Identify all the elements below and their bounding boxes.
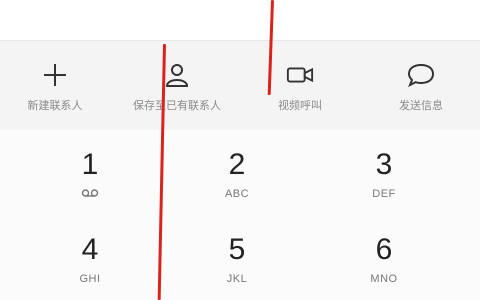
dial-keypad: 1 2 ABC 3 DEF 4 GHI 5 JKL 6 MNO — [0, 130, 480, 300]
message-bubble-icon — [407, 61, 435, 89]
save-to-existing-contact-label: 保存至已有联系人 — [133, 100, 221, 112]
key-letters: JKL — [226, 273, 248, 285]
key-digit: 2 — [228, 148, 246, 181]
key-1[interactable]: 1 — [30, 130, 150, 200]
key-4[interactable]: 4 GHI — [30, 215, 150, 286]
key-3[interactable]: 3 DEF — [324, 130, 444, 201]
video-call-button[interactable]: 视频呼叫 — [245, 61, 355, 121]
key-letters: ABC — [224, 188, 250, 200]
person-icon — [163, 61, 191, 89]
voicemail-icon — [81, 189, 99, 197]
key-2[interactable]: 2 ABC — [177, 130, 297, 201]
new-contact-label: 新建联系人 — [27, 100, 83, 112]
key-digit: 5 — [228, 233, 246, 266]
key-digit: 3 — [375, 148, 393, 181]
key-letters: GHI — [79, 273, 101, 285]
key-letters: DEF — [372, 188, 396, 200]
plus-icon — [41, 61, 69, 89]
key-digit: 6 — [375, 233, 393, 266]
key-digit: 1 — [81, 148, 99, 181]
top-area — [0, 0, 480, 40]
key-6[interactable]: 6 MNO — [324, 215, 444, 286]
key-digit: 4 — [81, 233, 99, 266]
save-to-existing-contact-button[interactable]: 保存至已有联系人 — [122, 61, 232, 121]
send-message-label: 发送信息 — [399, 100, 443, 112]
new-contact-button[interactable]: 新建联系人 — [0, 61, 110, 121]
send-message-button[interactable]: 发送信息 — [366, 61, 476, 121]
action-bar: 新建联系人 保存至已有联系人 视频呼叫 发送信息 — [0, 40, 480, 131]
video-camera-icon — [286, 61, 314, 89]
key-5[interactable]: 5 JKL — [177, 215, 297, 286]
key-letters: MNO — [370, 273, 398, 285]
video-call-label: 视频呼叫 — [278, 100, 322, 112]
